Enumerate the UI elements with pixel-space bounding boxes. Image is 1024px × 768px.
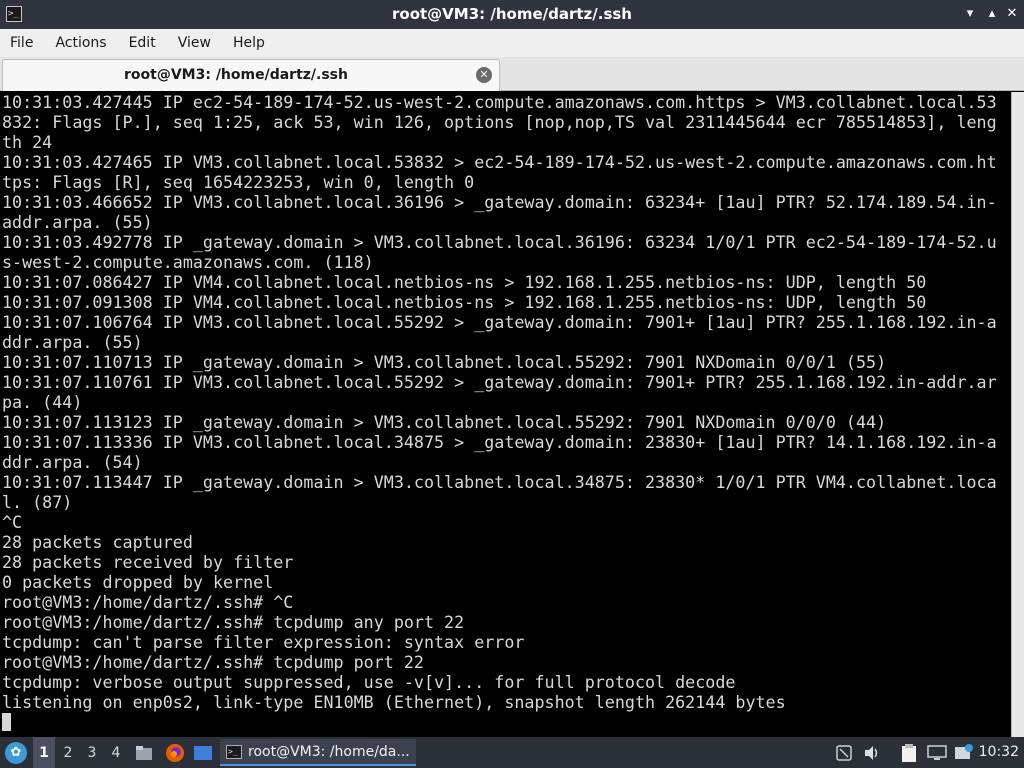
terminal-task-icon: >_ [226,744,242,759]
workspace-3[interactable]: 3 [81,737,103,768]
terminal-line: l. (87) [2,492,73,512]
menu-file[interactable]: File [4,35,39,51]
terminal-line: root@VM3:/home/dartz/.ssh# ^C [2,592,294,612]
menu-help[interactable]: Help [227,35,271,51]
workspace-1[interactable]: 1 [33,737,55,768]
terminal-scrollbar[interactable] [1011,92,1024,737]
maximize-button[interactable]: ▴ [984,6,1000,22]
terminal-prompt-line[interactable] [2,712,1011,732]
workspace-4[interactable]: 4 [105,737,127,768]
terminal-line: 10:31:07.113123 IP _gateway.domain > VM3… [2,412,887,432]
terminal-line: pa. (44) [2,392,83,412]
terminal-line: listening on enp0s2, link-type EN10MB (E… [2,692,786,712]
menu-edit[interactable]: Edit [123,35,162,51]
terminal-line: ^C [2,512,23,532]
terminal-line: addr.arpa. (55) [2,212,153,232]
terminal-line: 832: Flags [P.], seq 1:25, ack 53, win 1… [2,112,997,132]
terminal-line: 10:31:07.106764 IP VM3.collabnet.local.5… [2,312,997,332]
notification-icon[interactable] [953,737,975,768]
terminal-line: 10:31:07.113336 IP VM3.collabnet.local.3… [2,432,997,452]
tab-label: root@VM3: /home/dartz/.ssh [124,67,348,83]
terminal-line: ddr.arpa. (55) [2,332,143,352]
tab-terminal-session[interactable]: root@VM3: /home/dartz/.ssh ✕ [2,59,500,91]
terminal-line: 28 packets received by filter [2,552,294,572]
taskbar: ✿ 1 2 3 4 >_ root@VM3: /home/da... 10:32 [0,737,1024,768]
close-button[interactable]: ✕ [1004,6,1020,22]
terminal-output[interactable]: 10:31:03.427445 IP ec2-54-189-174-52.us-… [0,92,1011,737]
menu-view[interactable]: View [172,35,217,51]
display-icon[interactable] [926,737,948,768]
taskbar-terminal-task[interactable]: >_ root@VM3: /home/da... [220,739,416,766]
terminal-line: root@VM3:/home/dartz/.ssh# tcpdump any p… [2,612,465,632]
terminal-cursor [2,713,11,731]
terminal-line: tps: Flags [R], seq 1654223253, win 0, l… [2,172,475,192]
terminal-line: 10:31:07.110761 IP VM3.collabnet.local.5… [2,372,997,392]
terminal-line: root@VM3:/home/dartz/.ssh# tcpdump port … [2,652,424,672]
task-label: root@VM3: /home/da... [248,743,410,760]
terminal-line: 10:31:03.466652 IP VM3.collabnet.local.3… [2,192,997,212]
terminal-line: tcpdump: verbose output suppressed, use … [2,672,736,692]
clipboard-icon[interactable] [898,737,920,768]
terminal-line: 28 packets captured [2,532,193,552]
terminal-line: 10:31:03.492778 IP _gateway.domain > VM3… [2,232,997,252]
terminal-line: tcpdump: can't parse filter expression: … [2,632,525,652]
workspace-2[interactable]: 2 [57,737,79,768]
terminal-line: 10:31:03.427445 IP ec2-54-189-174-52.us-… [2,92,997,112]
terminal-line: s-west-2.compute.amazonaws.com. (118) [2,252,374,272]
file-manager-icon[interactable] [134,737,154,768]
taskbar-clock[interactable]: 10:32 [979,744,1019,760]
terminal-line: 10:31:03.427465 IP VM3.collabnet.local.5… [2,152,997,172]
menu-bar: File Actions Edit View Help [0,29,1024,57]
terminal-line: 10:31:07.086427 IP VM4.collabnet.local.n… [2,272,927,292]
desktop-icon[interactable] [192,737,214,768]
terminal-line: 10:31:07.110713 IP _gateway.domain > VM3… [2,352,887,372]
start-menu-icon[interactable]: ✿ [5,742,27,764]
network-icon[interactable] [834,737,854,768]
terminal-line: 10:31:07.091308 IP VM4.collabnet.local.n… [2,292,927,312]
volume-icon[interactable] [862,737,882,768]
terminal-line: 0 packets dropped by kernel [2,572,274,592]
tab-bar: root@VM3: /home/dartz/.ssh ✕ [0,57,1024,91]
terminal-line: th 24 [2,132,53,152]
firefox-icon[interactable] [164,737,186,768]
terminal-line: 10:31:07.113447 IP _gateway.domain > VM3… [2,472,997,492]
menu-actions[interactable]: Actions [49,35,112,51]
window-titlebar[interactable]: >_ root@VM3: /home/dartz/.ssh ▾ ▴ ✕ [0,0,1024,29]
terminal-line: ddr.arpa. (54) [2,452,143,472]
minimize-button[interactable]: ▾ [962,6,978,22]
window-title: root@VM3: /home/dartz/.ssh [392,5,632,23]
tab-close-icon[interactable]: ✕ [476,67,492,83]
